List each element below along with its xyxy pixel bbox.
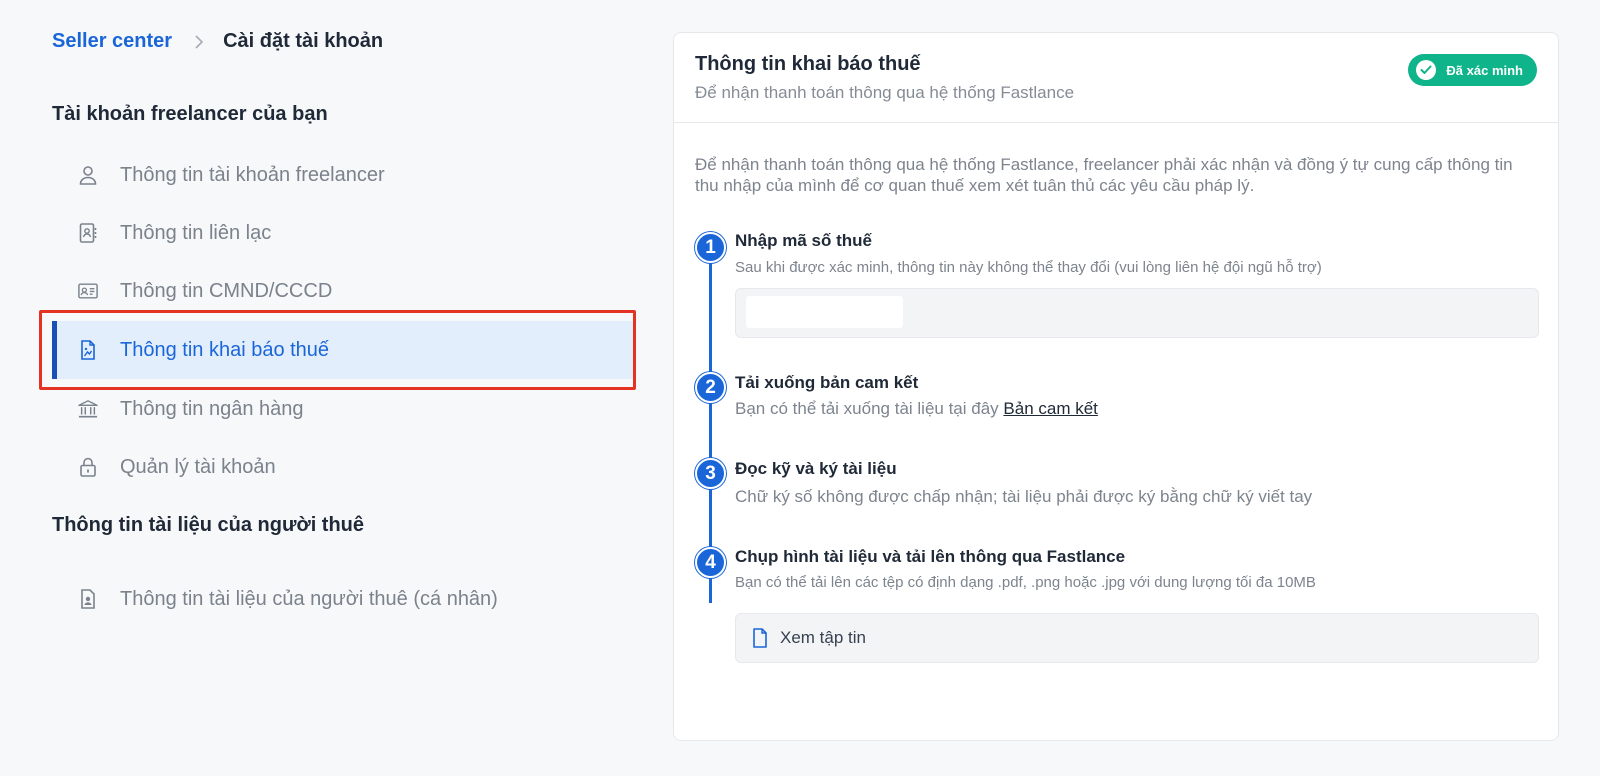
card-header: Thông tin khai báo thuế Để nhận thanh to…	[674, 33, 1558, 123]
tax-info-card: Thông tin khai báo thuế Để nhận thanh to…	[673, 32, 1559, 741]
sidebar-item-hirer-documents[interactable]: Thông tin tài liệu của người thuê (cá nh…	[52, 570, 633, 628]
tax-code-field[interactable]	[735, 288, 1539, 338]
lock-icon	[78, 456, 98, 478]
step-2-number: 2	[695, 372, 726, 403]
step-3-title: Đọc kỹ và ký tài liệu	[735, 459, 897, 478]
sidebar-item-label: Thông tin CMND/CCCD	[120, 279, 333, 302]
sidebar-item-id-card[interactable]: Thông tin CMND/CCCD	[52, 262, 633, 320]
step-1-number: 1	[695, 232, 726, 263]
person-document-icon	[78, 588, 98, 610]
verified-badge-label: Đã xác minh	[1446, 62, 1523, 78]
file-icon	[752, 628, 768, 648]
chevron-right-icon	[194, 34, 204, 49]
card-title: Thông tin khai báo thuế	[695, 53, 921, 75]
step-3-number: 3	[695, 458, 726, 489]
step-2-title: Tải xuống bản cam kết	[735, 373, 919, 392]
view-file-button[interactable]: Xem tập tin	[735, 613, 1539, 663]
step-4-desc: Bạn có thể tải lên các tệp có định dạng …	[735, 574, 1316, 591]
card-subtitle: Để nhận thanh toán thông qua hệ thống Fa…	[695, 83, 1075, 102]
settings-sidebar: Seller center Cài đặt tài khoản Tài khoả…	[0, 0, 660, 776]
tax-document-icon	[78, 339, 98, 361]
freelancer-section-title: Tài khoản freelancer của bạn	[52, 103, 328, 125]
id-card-icon	[78, 280, 98, 302]
check-circle-icon	[1416, 60, 1437, 80]
step-1-title: Nhập mã số thuế	[735, 231, 872, 250]
sidebar-item-tax-declaration[interactable]: Thông tin khai báo thuế	[52, 321, 633, 379]
commitment-download-link[interactable]: Bản cam kết	[1003, 399, 1098, 418]
sidebar-item-contact[interactable]: Thông tin liên lạc	[52, 204, 633, 262]
breadcrumb: Seller center Cài đặt tài khoản	[52, 30, 383, 53]
step-4-title: Chụp hình tài liệu và tải lên thông qua …	[735, 547, 1126, 566]
user-icon	[78, 164, 98, 186]
sidebar-item-label: Thông tin tài liệu của người thuê (cá nh…	[120, 587, 498, 610]
sidebar-item-bank[interactable]: Thông tin ngân hàng	[52, 380, 633, 438]
intro-text: Để nhận thanh toán thông qua hệ thống Fa…	[695, 155, 1513, 195]
verified-badge: Đã xác minh	[1408, 54, 1537, 86]
sidebar-item-account-management[interactable]: Quản lý tài khoản	[52, 438, 633, 496]
step-3-desc: Chữ ký số không được chấp nhận; tài liệu…	[735, 487, 1313, 506]
breadcrumb-seller-center-link[interactable]: Seller center	[52, 30, 172, 53]
sidebar-item-label: Thông tin ngân hàng	[120, 397, 304, 420]
sidebar-item-label: Thông tin liên lạc	[120, 221, 272, 244]
sidebar-item-label: Thông tin tài khoản freelancer	[120, 163, 385, 186]
tax-code-input[interactable]	[736, 289, 1538, 337]
hirer-section-title: Thông tin tài liệu của người thuê	[52, 514, 365, 536]
contact-book-icon	[78, 222, 98, 244]
breadcrumb-current: Cài đặt tài khoản	[223, 30, 384, 52]
step-2-desc: Bạn có thể tải xuống tài liệu tại đây	[735, 399, 999, 418]
bank-icon	[78, 398, 98, 420]
sidebar-item-label: Quản lý tài khoản	[120, 455, 276, 478]
step-2-desc-row: Bạn có thể tải xuống tài liệu tại đây Bả…	[735, 399, 1098, 419]
step-1-desc: Sau khi được xác minh, thông tin này khô…	[735, 259, 1322, 276]
sidebar-item-freelancer-account[interactable]: Thông tin tài khoản freelancer	[52, 146, 633, 204]
view-file-label: Xem tập tin	[780, 628, 866, 647]
sidebar-item-label: Thông tin khai báo thuế	[120, 338, 330, 361]
step-4-number: 4	[695, 547, 726, 578]
